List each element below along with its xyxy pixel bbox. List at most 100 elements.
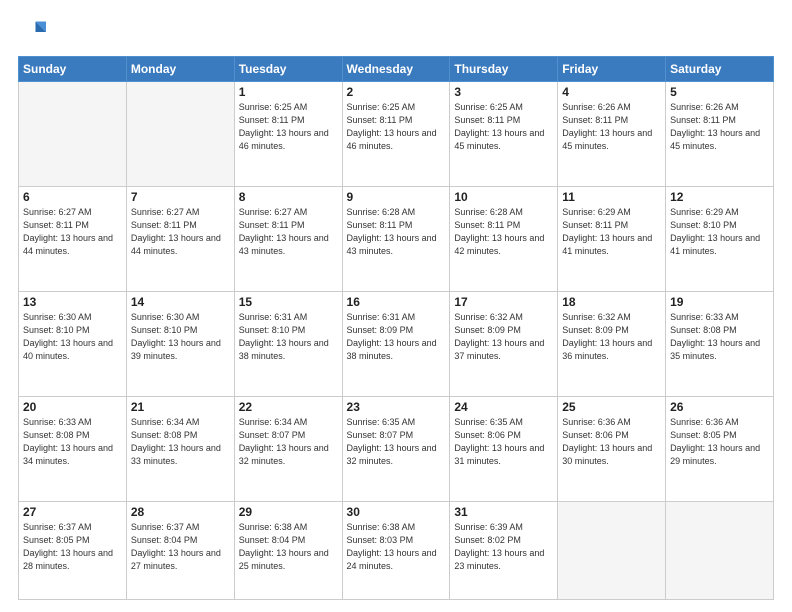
col-header-sunday: Sunday [19,57,127,82]
day-info: Sunrise: 6:27 AM Sunset: 8:11 PM Dayligh… [131,206,230,258]
calendar-cell: 30 Sunrise: 6:38 AM Sunset: 8:03 PM Dayli… [342,502,450,600]
day-info: Sunrise: 6:39 AM Sunset: 8:02 PM Dayligh… [454,521,553,573]
day-info: Sunrise: 6:30 AM Sunset: 8:10 PM Dayligh… [131,311,230,363]
day-number: 19 [670,295,769,309]
col-header-tuesday: Tuesday [234,57,342,82]
day-info: Sunrise: 6:33 AM Sunset: 8:08 PM Dayligh… [23,416,122,468]
day-info: Sunrise: 6:30 AM Sunset: 8:10 PM Dayligh… [23,311,122,363]
logo [18,18,50,46]
day-info: Sunrise: 6:35 AM Sunset: 8:07 PM Dayligh… [347,416,446,468]
calendar-cell: 22 Sunrise: 6:34 AM Sunset: 8:07 PM Dayli… [234,397,342,502]
day-number: 13 [23,295,122,309]
day-info: Sunrise: 6:34 AM Sunset: 8:07 PM Dayligh… [239,416,338,468]
day-info: Sunrise: 6:32 AM Sunset: 8:09 PM Dayligh… [454,311,553,363]
day-number: 16 [347,295,446,309]
col-header-friday: Friday [558,57,666,82]
day-number: 15 [239,295,338,309]
day-info: Sunrise: 6:32 AM Sunset: 8:09 PM Dayligh… [562,311,661,363]
day-number: 9 [347,190,446,204]
calendar-cell: 10 Sunrise: 6:28 AM Sunset: 8:11 PM Dayli… [450,187,558,292]
calendar-cell: 20Sunrise: 6:33 AM Sunset: 8:08 PM Dayli… [19,397,127,502]
day-number: 5 [670,85,769,99]
calendar-cell: 6 Sunrise: 6:27 AM Sunset: 8:11 PM Daylig… [19,187,127,292]
day-info: Sunrise: 6:38 AM Sunset: 8:04 PM Dayligh… [239,521,338,573]
day-info: Sunrise: 6:37 AM Sunset: 8:05 PM Dayligh… [23,521,122,573]
calendar-cell: 21 Sunrise: 6:34 AM Sunset: 8:08 PM Dayli… [126,397,234,502]
day-number: 30 [347,505,446,519]
day-number: 1 [239,85,338,99]
col-header-monday: Monday [126,57,234,82]
day-info: Sunrise: 6:35 AM Sunset: 8:06 PM Dayligh… [454,416,553,468]
calendar-cell: 23 Sunrise: 6:35 AM Sunset: 8:07 PM Dayli… [342,397,450,502]
calendar-cell: 1Sunrise: 6:25 AM Sunset: 8:11 PM Daylig… [234,82,342,187]
calendar-cell: 16 Sunrise: 6:31 AM Sunset: 8:09 PM Dayli… [342,292,450,397]
calendar-cell: 4Sunrise: 6:26 AM Sunset: 8:11 PM Daylig… [558,82,666,187]
day-number: 3 [454,85,553,99]
day-number: 26 [670,400,769,414]
calendar-cell: 18 Sunrise: 6:32 AM Sunset: 8:09 PM Dayli… [558,292,666,397]
day-number: 28 [131,505,230,519]
day-info: Sunrise: 6:28 AM Sunset: 8:11 PM Dayligh… [347,206,446,258]
day-number: 7 [131,190,230,204]
day-number: 24 [454,400,553,414]
day-info: Sunrise: 6:36 AM Sunset: 8:05 PM Dayligh… [670,416,769,468]
day-info: Sunrise: 6:28 AM Sunset: 8:11 PM Dayligh… [454,206,553,258]
day-info: Sunrise: 6:27 AM Sunset: 8:11 PM Dayligh… [239,206,338,258]
day-info: Sunrise: 6:38 AM Sunset: 8:03 PM Dayligh… [347,521,446,573]
day-info: Sunrise: 6:29 AM Sunset: 8:11 PM Dayligh… [562,206,661,258]
day-number: 8 [239,190,338,204]
day-number: 21 [131,400,230,414]
day-number: 6 [23,190,122,204]
day-info: Sunrise: 6:25 AM Sunset: 8:11 PM Dayligh… [454,101,553,153]
calendar-table: SundayMondayTuesdayWednesdayThursdayFrid… [18,56,774,600]
page: SundayMondayTuesdayWednesdayThursdayFrid… [0,0,792,612]
calendar-cell: 12 Sunrise: 6:29 AM Sunset: 8:10 PM Dayli… [666,187,774,292]
calendar-cell: 5 Sunrise: 6:26 AM Sunset: 8:11 PM Daylig… [666,82,774,187]
calendar-cell: 24 Sunrise: 6:35 AM Sunset: 8:06 PM Dayli… [450,397,558,502]
day-number: 14 [131,295,230,309]
calendar-cell: 28 Sunrise: 6:37 AM Sunset: 8:04 PM Dayli… [126,502,234,600]
day-info: Sunrise: 6:31 AM Sunset: 8:09 PM Dayligh… [347,311,446,363]
day-number: 10 [454,190,553,204]
col-header-thursday: Thursday [450,57,558,82]
day-info: Sunrise: 6:31 AM Sunset: 8:10 PM Dayligh… [239,311,338,363]
day-info: Sunrise: 6:27 AM Sunset: 8:11 PM Dayligh… [23,206,122,258]
day-info: Sunrise: 6:34 AM Sunset: 8:08 PM Dayligh… [131,416,230,468]
day-number: 23 [347,400,446,414]
calendar-cell [126,82,234,187]
calendar-cell: 9 Sunrise: 6:28 AM Sunset: 8:11 PM Daylig… [342,187,450,292]
calendar-cell: 15 Sunrise: 6:31 AM Sunset: 8:10 PM Dayli… [234,292,342,397]
calendar-cell: 25Sunrise: 6:36 AM Sunset: 8:06 PM Dayli… [558,397,666,502]
day-number: 29 [239,505,338,519]
day-info: Sunrise: 6:26 AM Sunset: 8:11 PM Dayligh… [670,101,769,153]
day-info: Sunrise: 6:25 AM Sunset: 8:11 PM Dayligh… [347,101,446,153]
calendar-cell: 19 Sunrise: 6:33 AM Sunset: 8:08 PM Dayli… [666,292,774,397]
day-number: 27 [23,505,122,519]
calendar-cell [558,502,666,600]
calendar-cell: 7 Sunrise: 6:27 AM Sunset: 8:11 PM Daylig… [126,187,234,292]
col-header-saturday: Saturday [666,57,774,82]
day-number: 18 [562,295,661,309]
day-info: Sunrise: 6:26 AM Sunset: 8:11 PM Dayligh… [562,101,661,153]
calendar-cell: 17 Sunrise: 6:32 AM Sunset: 8:09 PM Dayli… [450,292,558,397]
day-number: 2 [347,85,446,99]
calendar-cell: 8 Sunrise: 6:27 AM Sunset: 8:11 PM Daylig… [234,187,342,292]
day-number: 17 [454,295,553,309]
calendar-cell: 26 Sunrise: 6:36 AM Sunset: 8:05 PM Dayli… [666,397,774,502]
calendar-cell: 2 Sunrise: 6:25 AM Sunset: 8:11 PM Daylig… [342,82,450,187]
calendar-cell: 13 Sunrise: 6:30 AM Sunset: 8:10 PM Dayli… [19,292,127,397]
calendar-cell: 14 Sunrise: 6:30 AM Sunset: 8:10 PM Dayli… [126,292,234,397]
logo-icon [18,18,46,46]
day-info: Sunrise: 6:29 AM Sunset: 8:10 PM Dayligh… [670,206,769,258]
day-number: 11 [562,190,661,204]
day-number: 22 [239,400,338,414]
day-number: 25 [562,400,661,414]
day-info: Sunrise: 6:37 AM Sunset: 8:04 PM Dayligh… [131,521,230,573]
calendar-cell: 27 Sunrise: 6:37 AM Sunset: 8:05 PM Dayli… [19,502,127,600]
header [18,18,774,46]
day-number: 12 [670,190,769,204]
day-info: Sunrise: 6:33 AM Sunset: 8:08 PM Dayligh… [670,311,769,363]
calendar-cell: 11 Sunrise: 6:29 AM Sunset: 8:11 PM Dayli… [558,187,666,292]
calendar-cell [666,502,774,600]
day-number: 31 [454,505,553,519]
